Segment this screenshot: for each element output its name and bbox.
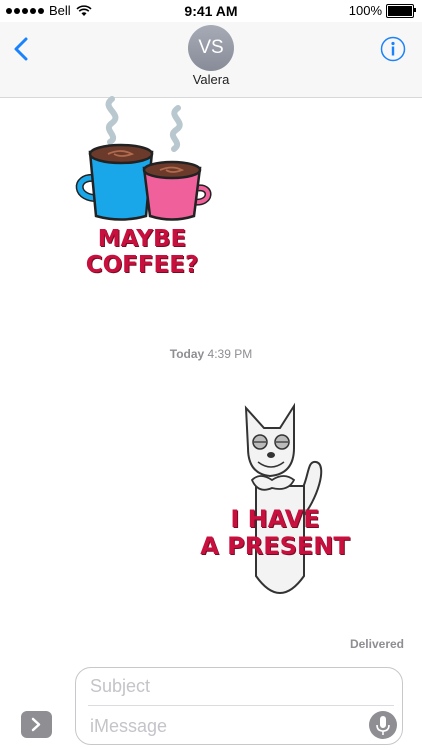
coffee-sticker[interactable]: MAYBE COFFEE? bbox=[72, 96, 212, 286]
message-timestamp: Today 4:39 PM bbox=[0, 347, 422, 361]
chevron-right-icon bbox=[31, 717, 41, 732]
sticker-caption-line: I HAVE bbox=[230, 505, 320, 533]
sticker-caption-line: COFFEE? bbox=[85, 252, 199, 278]
sticker-caption: MAYBE COFFEE? bbox=[72, 226, 212, 278]
message-field[interactable]: iMessage bbox=[90, 716, 167, 737]
battery-icon bbox=[386, 3, 416, 18]
cat-sticker[interactable]: I HAVE A PRESENT bbox=[200, 400, 360, 610]
status-right: 100% bbox=[348, 3, 416, 18]
back-button[interactable] bbox=[10, 34, 34, 64]
timestamp-day: Today bbox=[169, 347, 205, 361]
conversation-header: VS Valera bbox=[0, 22, 422, 98]
subject-field[interactable]: Subject bbox=[90, 676, 150, 697]
message-composer: Subject iMessage bbox=[75, 667, 403, 745]
delivery-status: Delivered bbox=[349, 637, 404, 651]
coffee-cups-icon bbox=[75, 96, 212, 221]
chevron-left-icon bbox=[14, 37, 28, 61]
status-bar: Bell 9:41 AM 100% bbox=[0, 0, 422, 22]
contact-name[interactable]: Valera bbox=[0, 72, 422, 87]
dictation-button[interactable] bbox=[369, 711, 397, 739]
avatar[interactable]: VS bbox=[188, 25, 234, 71]
timestamp-time: 4:39 PM bbox=[207, 347, 253, 361]
battery-percent: 100% bbox=[348, 3, 382, 18]
sticker-caption: I HAVE A PRESENT bbox=[194, 506, 356, 560]
sticker-caption-line: A PRESENT bbox=[200, 532, 350, 560]
info-button[interactable] bbox=[380, 36, 406, 62]
info-icon bbox=[380, 36, 406, 62]
sticker-caption-line: MAYBE bbox=[97, 226, 187, 252]
composer-divider bbox=[88, 705, 394, 706]
microphone-icon bbox=[376, 716, 390, 735]
expand-apps-button[interactable] bbox=[21, 711, 52, 738]
